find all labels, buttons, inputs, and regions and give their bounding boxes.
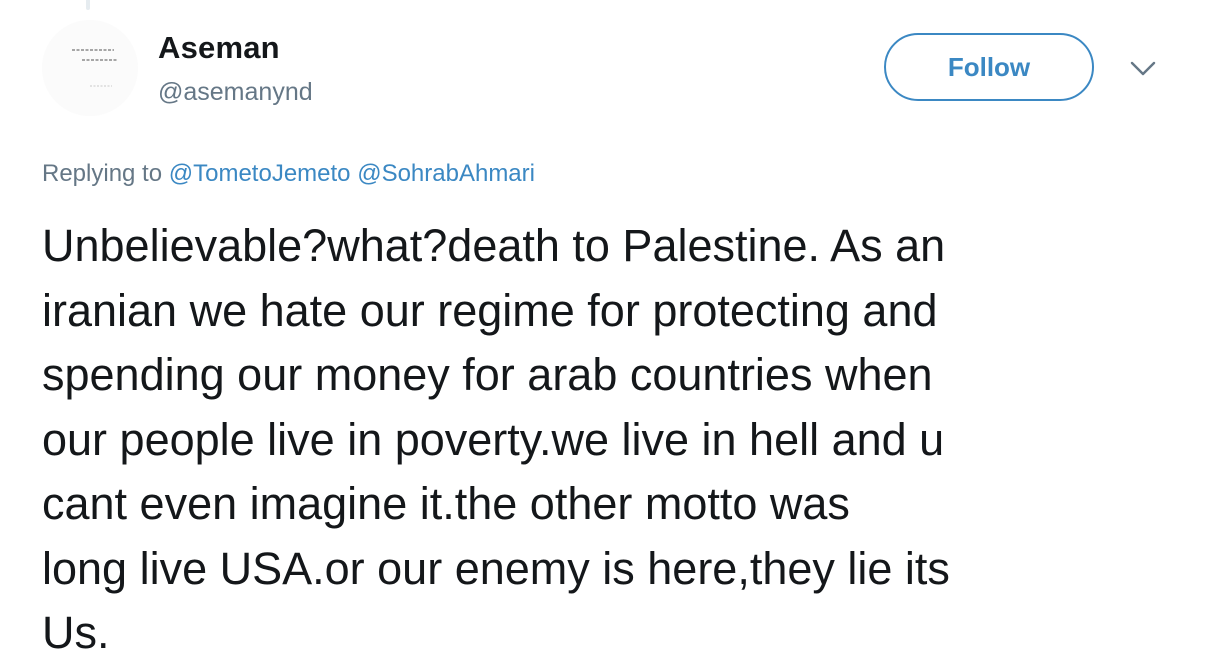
tweet-text-line: iranian we hate our regime for protectin… xyxy=(42,284,938,336)
tweet-text-line: spending our money for arab countries wh… xyxy=(42,349,933,400)
thread-connector-line xyxy=(86,0,90,10)
author-name[interactable]: Aseman xyxy=(158,30,280,66)
chevron-down-icon[interactable] xyxy=(1128,57,1158,79)
tweet-card: Aseman @asemanynd Follow Replying to @To… xyxy=(0,0,1206,672)
mention-link-tometojemeto[interactable]: @TometoJemeto xyxy=(169,160,351,187)
tweet-text: Unbelievable?what?death to Palestine. As… xyxy=(42,214,1192,666)
follow-button[interactable]: Follow xyxy=(884,33,1094,101)
tweet-text-line: long live USA.or our enemy is here,they … xyxy=(42,542,950,594)
tweet-text-line: cant even imagine it.the other motto was xyxy=(42,478,850,529)
author-handle[interactable]: @asemanynd xyxy=(158,78,313,107)
mention-link-sohrabahmari[interactable]: @SohrabAhmari xyxy=(357,160,535,187)
reply-context: Replying to @TometoJemeto @SohrabAhmari xyxy=(42,160,535,188)
avatar[interactable] xyxy=(42,20,138,116)
replying-to-label: Replying to xyxy=(42,160,163,187)
avatar-image xyxy=(42,20,138,116)
tweet-text-line: Us. xyxy=(42,607,110,658)
tweet-text-line: Unbelievable?what?death to Palestine. As… xyxy=(42,220,946,271)
tweet-text-line: our people live in poverty.we live in he… xyxy=(42,413,945,465)
